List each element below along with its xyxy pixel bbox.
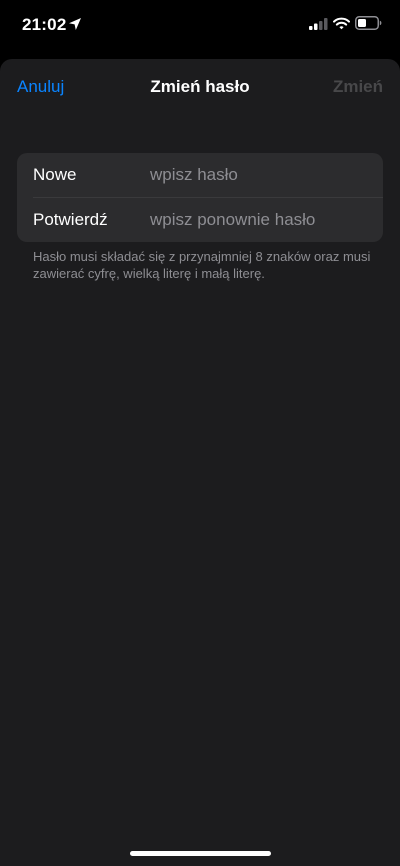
wifi-icon <box>333 17 350 30</box>
confirm-password-row[interactable]: Potwierdź <box>17 198 383 242</box>
change-button[interactable]: Zmień <box>333 77 383 97</box>
confirm-password-label: Potwierdź <box>33 210 108 229</box>
password-form-group: Nowe Potwierdź <box>17 153 383 242</box>
new-password-row[interactable]: Nowe <box>17 153 383 198</box>
new-password-label: Nowe <box>33 165 77 184</box>
nav-bar: Anuluj Zmień hasło Zmień <box>0 59 400 115</box>
change-password-sheet: Anuluj Zmień hasło Zmień Nowe Potwierdź … <box>0 59 400 866</box>
location-arrow-icon <box>69 18 81 30</box>
new-password-input[interactable] <box>150 161 370 189</box>
cellular-signal-icon <box>309 18 328 30</box>
status-time: 21:02 <box>22 15 67 34</box>
home-indicator[interactable] <box>130 851 271 856</box>
confirm-password-input[interactable] <box>150 206 370 234</box>
password-requirements-hint: Hasło musi składać się z przynajmniej 8 … <box>33 249 371 281</box>
battery-icon <box>355 16 382 30</box>
status-bar: 21:02 <box>0 0 400 52</box>
